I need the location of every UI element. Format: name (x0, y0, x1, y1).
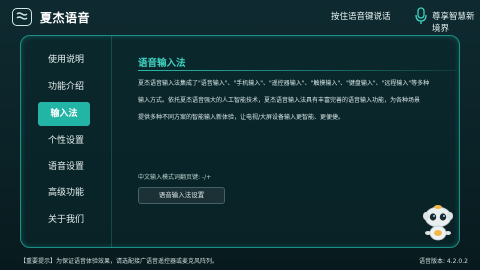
sidebar: 使用说明 功能介绍 输入法 个性设置 语音设置 高级功能 关于我们 (20, 35, 112, 248)
description-line: 夏杰语音输入法集成了"语音输入"、"手机输入"、"遥控器输入"、"触摸输入"、"… (138, 80, 430, 87)
speech-bubble-logo-icon (12, 8, 32, 26)
sidebar-item-voice-settings[interactable]: 语音设置 (20, 155, 112, 179)
sidebar-item-personalization[interactable]: 个性设置 (20, 129, 112, 153)
input-method-settings-button[interactable]: 语音输入法设置 (138, 187, 225, 204)
voice-hint: 按住语音键说话 (331, 12, 391, 22)
sidebar-item-input-method[interactable]: 输入法 (38, 102, 90, 126)
content-area: 语音输入法 夏杰语音输入法集成了"语音输入"、"手机输入"、"遥控器输入"、"触… (138, 35, 456, 248)
description-line: 输入方式。依托夏杰语音强大的人工智能技术，夏杰语音输入法具有丰富完善的语音输入功… (138, 97, 421, 104)
sidebar-item-usage[interactable]: 使用说明 (20, 48, 112, 72)
title-divider (138, 70, 456, 71)
sidebar-item-advanced[interactable]: 高级功能 (20, 181, 112, 205)
top-bar: 夏杰语音 按住语音键说话 尊享智慧新境界 (0, 0, 480, 34)
robot-mascot-icon (423, 205, 453, 241)
description-line: 提供多种不同方案的智能输入新体验，让电视/大屏设备输入更智能、更便捷。 (138, 114, 345, 121)
footer-tip: 【重要提示】为保证语音体验效果，请选配接广语音遥控器或麦克风阵列。 (20, 258, 219, 265)
sidebar-item-about[interactable]: 关于我们 (20, 208, 112, 232)
version-label: 语音版本: 4.2.0.2 (419, 258, 468, 265)
app-title: 夏杰语音 (40, 11, 91, 25)
microphone-icon (415, 7, 427, 24)
sidebar-item-features[interactable]: 功能介绍 (20, 75, 112, 99)
section-title: 语音输入法 (138, 58, 186, 69)
slogan: 尊享智慧新境界 (432, 12, 475, 34)
description: 夏杰语音输入法集成了"语音输入"、"手机输入"、"遥控器输入"、"触摸输入"、"… (138, 75, 450, 126)
page-key-hint: 中文输入模式词翻页键: -/+ (138, 174, 212, 181)
